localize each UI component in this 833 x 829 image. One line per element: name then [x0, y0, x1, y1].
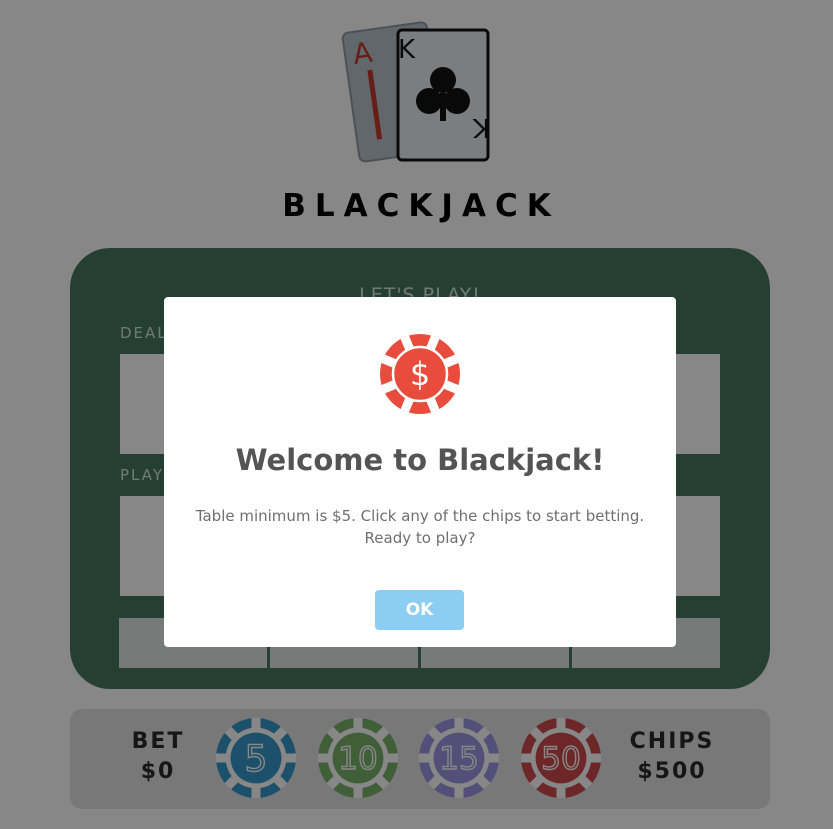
svg-text:$: $: [410, 355, 430, 393]
ok-button[interactable]: OK: [375, 590, 464, 630]
modal-message: Table minimum is $5. Click any of the ch…: [195, 507, 645, 547]
welcome-modal: $ Welcome to Blackjack! Table minimum is…: [164, 297, 676, 647]
dollar-chip-icon: $: [379, 333, 461, 415]
modal-title: Welcome to Blackjack!: [235, 443, 605, 477]
